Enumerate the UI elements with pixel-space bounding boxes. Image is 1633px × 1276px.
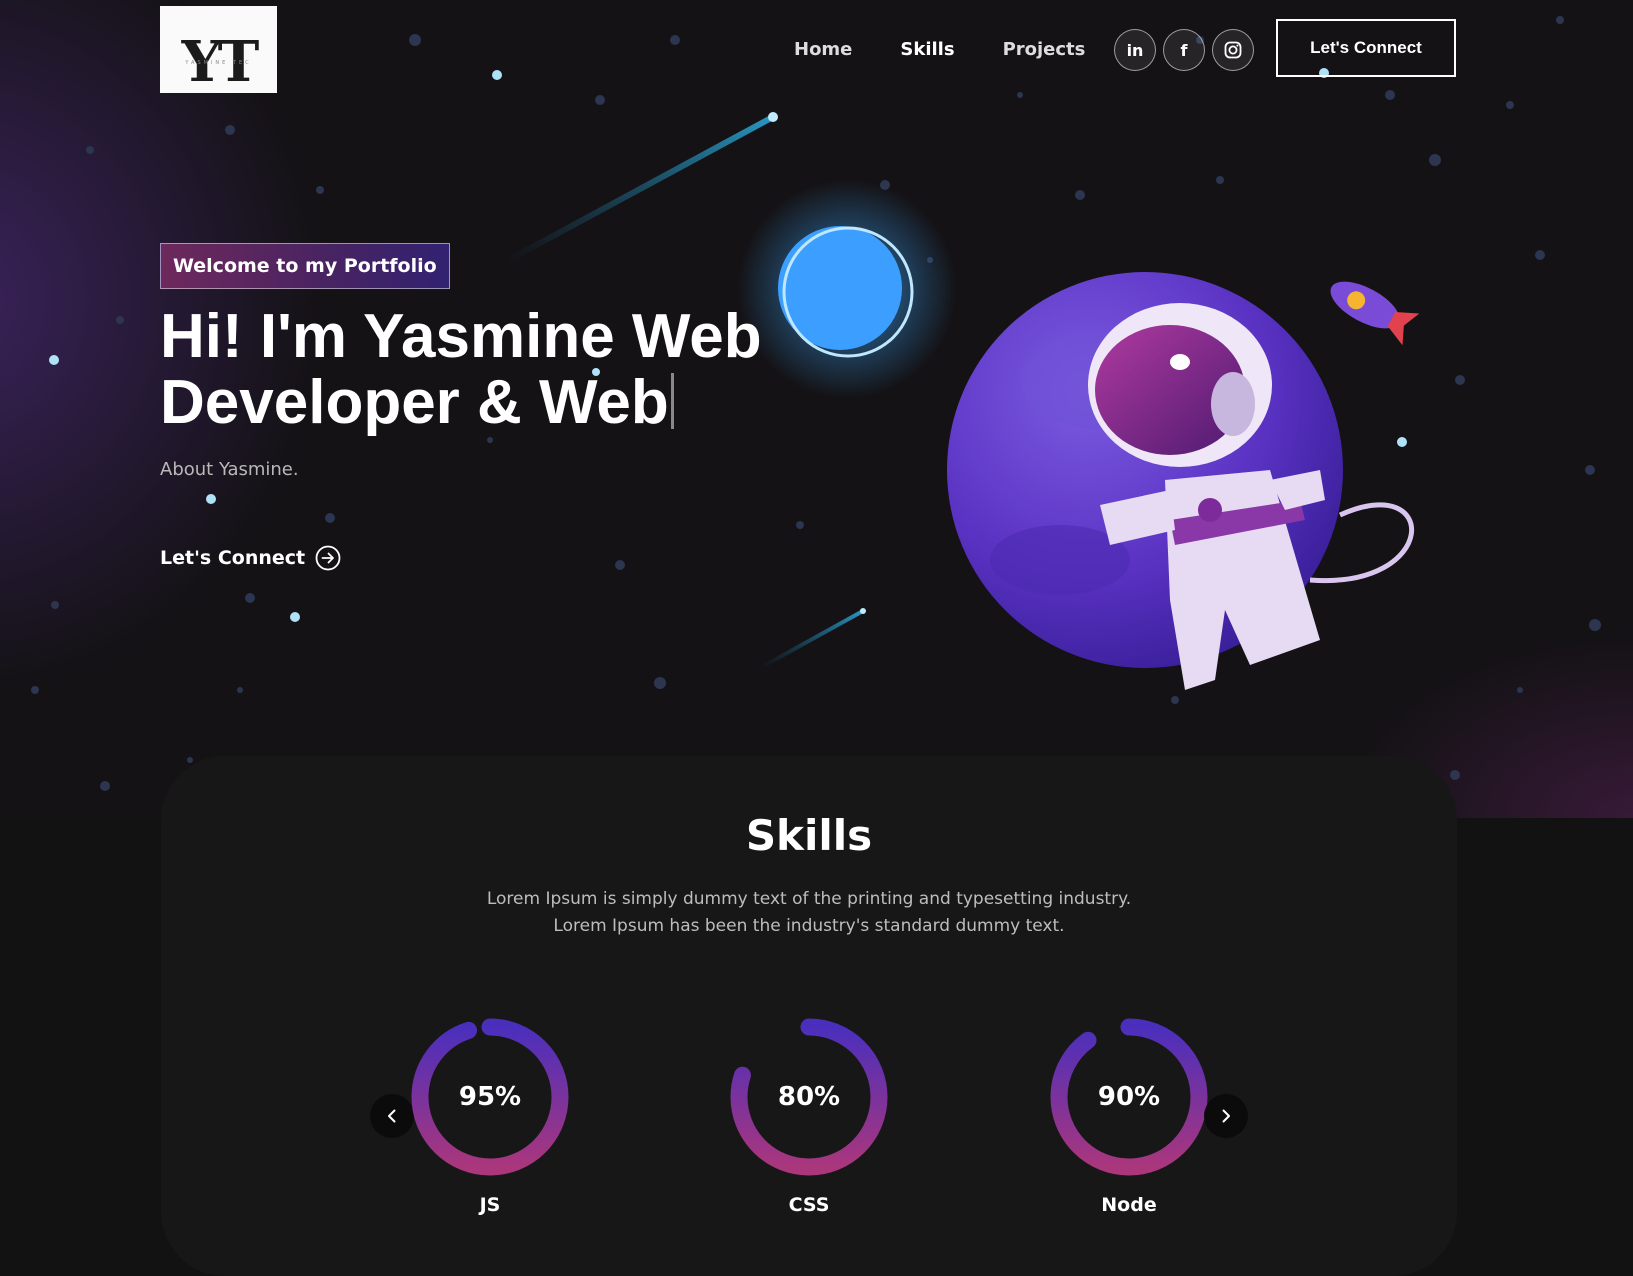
- nav-link-skills[interactable]: Skills: [900, 34, 954, 66]
- instagram-icon[interactable]: [1212, 29, 1254, 71]
- hero-about-text: About Yasmine.: [160, 459, 299, 480]
- hero-section: YT YASMINE TEC Home Skills Projects in f…: [0, 0, 1633, 818]
- welcome-badge: Welcome to my Portfolio: [160, 243, 450, 289]
- skills-description-line1: Lorem Ipsum is simply dummy text of the …: [486, 889, 1132, 909]
- skill-ring: 95%: [405, 1012, 575, 1182]
- skills-section: Skills Lorem Ipsum is simply dummy text …: [161, 756, 1457, 1276]
- typing-cursor: [670, 373, 674, 429]
- instagram-glyph: [1224, 41, 1242, 59]
- skills-description: Lorem Ipsum is simply dummy text of the …: [161, 886, 1457, 940]
- skill-item-js: 95% JS: [405, 1012, 575, 1216]
- facebook-icon[interactable]: f: [1163, 29, 1205, 71]
- skill-name: Node: [1101, 1194, 1157, 1216]
- skill-item-node: 90% Node: [1044, 1012, 1214, 1216]
- skills-description-line2: Lorem Ipsum has been the industry's stan…: [553, 916, 1065, 936]
- chevron-left-icon: [388, 1109, 396, 1123]
- skill-name: JS: [479, 1194, 501, 1216]
- linkedin-icon[interactable]: in: [1114, 29, 1156, 71]
- skill-ring: 80%: [724, 1012, 894, 1182]
- skill-item-css: 80% CSS: [724, 1012, 894, 1216]
- hero-headline: Hi! I'm Yasmine Web Developer & Web: [160, 304, 820, 436]
- logo-subtext: YASMINE TEC: [185, 59, 252, 66]
- arrow-right-circle-icon: [315, 545, 341, 571]
- hero-connect-link[interactable]: Let's Connect: [160, 545, 341, 571]
- skill-percent: 80%: [777, 1082, 841, 1112]
- main-nav: Home Skills Projects: [794, 34, 1133, 66]
- chevron-right-icon: [1222, 1109, 1230, 1123]
- carousel-next-button[interactable]: [1204, 1094, 1248, 1138]
- skill-percent: 90%: [1097, 1082, 1161, 1112]
- skill-name: CSS: [788, 1194, 830, 1216]
- skills-title: Skills: [745, 811, 873, 860]
- rocket-shape: [1330, 281, 1420, 346]
- hero-connect-label: Let's Connect: [160, 547, 306, 569]
- site-logo[interactable]: YT YASMINE TEC: [160, 6, 277, 93]
- skill-ring: 90%: [1044, 1012, 1214, 1182]
- nav-link-home[interactable]: Home: [794, 34, 852, 66]
- nav-link-projects[interactable]: Projects: [1003, 34, 1086, 66]
- social-links: in f: [1114, 29, 1254, 71]
- nav-connect-button[interactable]: Let's Connect: [1276, 19, 1456, 77]
- skill-percent: 95%: [458, 1082, 522, 1112]
